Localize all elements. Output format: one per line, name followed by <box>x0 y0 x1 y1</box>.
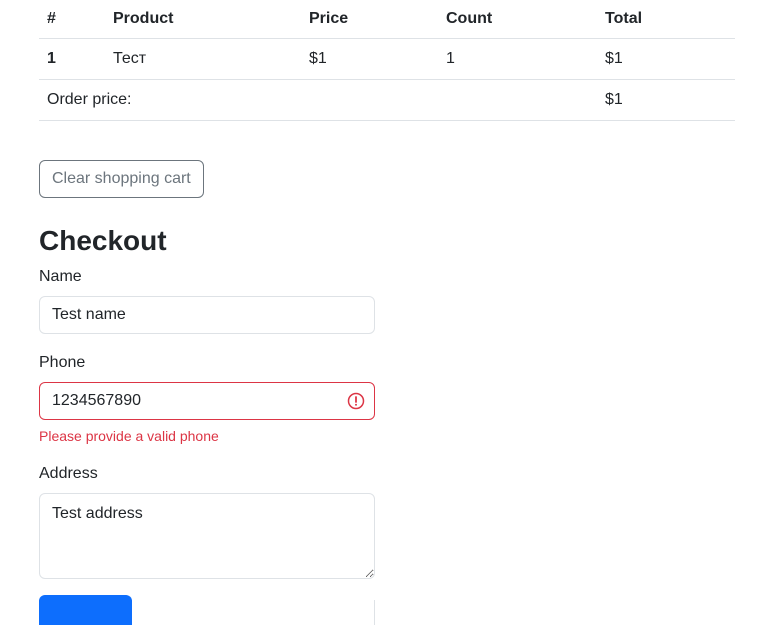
order-price-total: $1 <box>597 79 735 121</box>
header-price: Price <box>301 0 438 39</box>
row-total: $1 <box>597 38 735 80</box>
phone-error-message: Please provide a valid phone <box>39 428 219 444</box>
table-row: 1 Тест $1 1 $1 <box>39 38 735 80</box>
checkout-title: Checkout <box>39 225 167 256</box>
order-table: # Product Price Count Total 1 Тест $1 1 … <box>39 0 735 121</box>
row-product: Тест <box>105 38 301 80</box>
order-price-label: Order price: <box>39 79 597 121</box>
header-index: # <box>39 0 105 39</box>
order-price-row: Order price: $1 <box>39 79 735 121</box>
name-input[interactable] <box>39 296 375 334</box>
header-product: Product <box>105 0 301 39</box>
row-price: $1 <box>301 38 438 80</box>
page: # Product Price Count Total 1 Тест $1 1 … <box>0 0 774 625</box>
name-label: Name <box>39 268 82 285</box>
address-textarea[interactable]: Test address <box>39 493 375 579</box>
phone-label: Phone <box>39 354 86 371</box>
row-index: 1 <box>39 38 105 80</box>
exclamation-circle-icon <box>347 392 365 410</box>
phone-input[interactable] <box>39 382 375 420</box>
clear-cart-button[interactable]: Clear shopping cart <box>39 160 204 198</box>
field-edge <box>374 600 375 625</box>
row-count: 1 <box>438 38 597 80</box>
header-count: Count <box>438 0 597 39</box>
submit-button[interactable] <box>39 595 132 625</box>
address-label: Address <box>39 465 98 482</box>
header-total: Total <box>597 0 735 39</box>
table-header-row: # Product Price Count Total <box>39 0 735 39</box>
